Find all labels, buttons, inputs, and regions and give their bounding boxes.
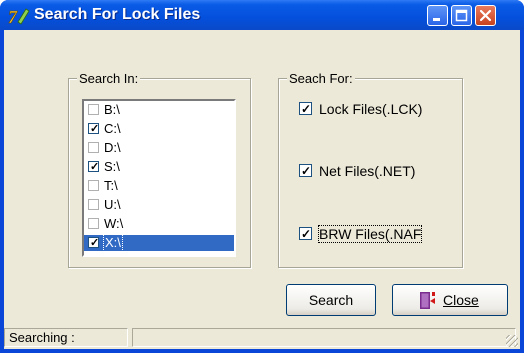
search-for-label: Seach For: <box>287 71 355 86</box>
drive-item[interactable]: T:\ <box>84 178 234 194</box>
drive-item[interactable]: D:\ <box>84 140 234 156</box>
app-window: 7 Search For Lock Files Search In: B:\ ✓… <box>0 0 524 353</box>
search-in-label: Search In: <box>77 71 141 86</box>
search-button[interactable]: Search <box>286 284 376 316</box>
drive-checkbox[interactable]: ✓ <box>88 123 99 135</box>
drive-list[interactable]: B:\ ✓ C:\ D:\ ✓ S:\ T:\ U:\ W:\ ✓ X:\ <box>82 99 236 257</box>
drive-checkbox[interactable] <box>88 104 99 115</box>
close-icon <box>479 9 492 22</box>
close-button[interactable]: Close <box>392 284 508 316</box>
drive-checkbox[interactable]: ✓ <box>88 237 99 249</box>
drive-checkbox[interactable] <box>88 199 99 210</box>
drive-checkbox[interactable] <box>88 180 99 191</box>
maximize-icon <box>455 9 468 22</box>
dialog-client-area: Search In: B:\ ✓ C:\ D:\ ✓ S:\ T:\ U:\ W:\… <box>4 30 520 349</box>
drive-item[interactable]: W:\ <box>84 216 234 232</box>
drive-item-selected[interactable]: ✓ X:\ <box>84 234 234 252</box>
status-bar: Searching : <box>4 326 520 349</box>
app-logo-icon: 7 <box>8 7 30 26</box>
brw-files-checkbox[interactable]: ✓ <box>299 227 312 241</box>
net-files-checkbox[interactable]: ✓ <box>299 164 312 178</box>
svg-text:7: 7 <box>8 7 18 26</box>
drive-item[interactable]: B:\ <box>84 102 234 118</box>
drive-item[interactable]: U:\ <box>84 197 234 213</box>
window-title: Search For Lock Files <box>34 6 201 23</box>
exit-door-icon <box>420 292 435 309</box>
drive-item[interactable]: ✓ C:\ <box>84 121 234 137</box>
maximize-button[interactable] <box>451 5 472 26</box>
resize-grip-icon[interactable] <box>506 335 518 347</box>
drive-checkbox[interactable]: ✓ <box>88 161 99 173</box>
drive-checkbox[interactable] <box>88 218 99 229</box>
close-window-button[interactable] <box>475 5 496 26</box>
minimize-button[interactable] <box>427 5 448 26</box>
minimize-icon <box>433 18 440 21</box>
title-bar[interactable]: 7 Search For Lock Files <box>0 0 524 30</box>
status-text: Searching : <box>4 328 128 347</box>
search-in-group: Search In: B:\ ✓ C:\ D:\ ✓ S:\ T:\ U:\ W:\… <box>68 71 251 268</box>
status-pane <box>132 328 516 347</box>
drive-checkbox[interactable] <box>88 142 99 153</box>
lock-files-checkbox[interactable]: ✓ <box>299 102 312 116</box>
search-for-group: Seach For: ✓ Lock Files(.LCK) ✓ Net File… <box>278 71 463 268</box>
drive-item[interactable]: ✓ S:\ <box>84 159 234 175</box>
